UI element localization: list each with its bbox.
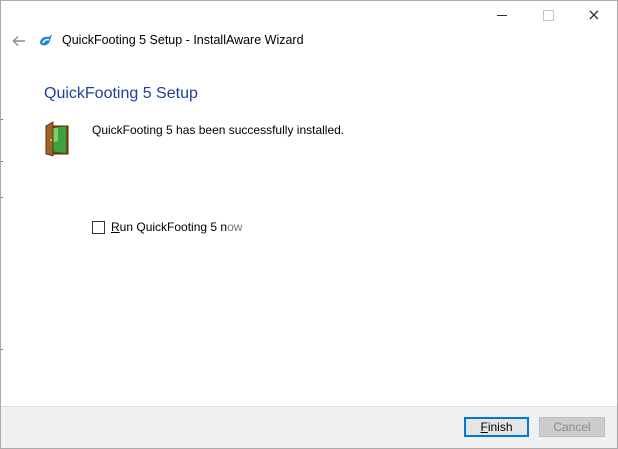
run-app-label[interactable]: Run QuickFooting 5 now [111, 220, 242, 234]
window-title: QuickFooting 5 Setup - InstallAware Wiza… [62, 33, 304, 47]
minimize-button[interactable] [479, 1, 525, 29]
cancel-button[interactable]: Cancel [539, 417, 605, 437]
wizard-footer: Finish Cancel [1, 406, 617, 448]
finish-label: inish [487, 420, 513, 434]
finish-mnemonic: F [480, 420, 488, 434]
finish-button[interactable]: Finish [464, 417, 529, 437]
setup-window: × QuickFooting 5 Setup - InstallAware Wi… [0, 0, 618, 449]
wizard-header: QuickFooting 5 Setup - InstallAware Wiza… [1, 29, 617, 53]
run-app-label-mnemonic: R [111, 220, 120, 234]
run-app-label-text: un QuickFooting 5 n [119, 220, 228, 234]
back-arrow-icon[interactable] [11, 33, 27, 49]
maximize-icon [542, 9, 554, 21]
run-app-option[interactable]: Run QuickFooting 5 now [92, 220, 242, 234]
title-bar: × [1, 1, 617, 31]
maximize-button[interactable] [525, 1, 571, 29]
setup-door-icon [45, 121, 69, 157]
close-icon: × [587, 5, 601, 24]
background-window-edge [1, 197, 3, 198]
background-window-edge [1, 349, 3, 350]
run-app-checkbox[interactable] [92, 220, 105, 234]
run-app-label-faded: ow [227, 220, 243, 234]
installaware-icon [40, 34, 52, 46]
install-success-message: QuickFooting 5 has been successfully ins… [92, 123, 345, 137]
close-button[interactable]: × [571, 1, 617, 29]
background-window-edge [1, 119, 3, 120]
page-heading: QuickFooting 5 Setup [44, 85, 198, 102]
minimize-icon [497, 14, 507, 16]
background-window-edge [1, 161, 3, 162]
